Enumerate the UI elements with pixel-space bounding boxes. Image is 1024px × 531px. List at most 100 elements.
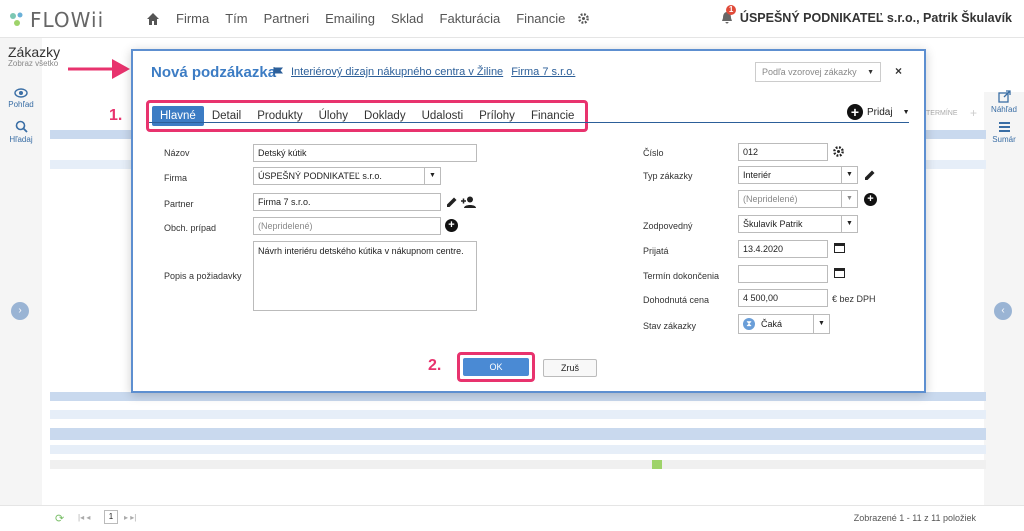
- deadline-date-input[interactable]: [738, 265, 828, 283]
- column-header: TERMÍNE: [926, 110, 958, 117]
- table-row: [50, 410, 986, 419]
- label-prijata: Prijatá: [643, 246, 669, 256]
- footer-count: Zobrazené 1 - 11 z 11 položiek: [853, 513, 976, 523]
- company-link[interactable]: Firma 7 s.r.o.: [511, 66, 575, 78]
- pencil-icon[interactable]: [864, 169, 876, 181]
- collapse-right-chevron-icon[interactable]: ‹: [994, 302, 1012, 320]
- price-unit: € bez DPH: [832, 294, 876, 304]
- new-subtask-dialog: Nová podzákazka Interiérový dizajn nákup…: [109, 49, 926, 393]
- tab-udalosti[interactable]: Udalosti: [414, 106, 472, 126]
- table-row: [50, 392, 986, 401]
- template-placeholder: Podľa vzorovej zákazky: [762, 67, 857, 77]
- status-value: Čaká: [761, 319, 783, 329]
- business-case-input[interactable]: (Nepridelené): [253, 217, 441, 235]
- label-cena: Dohodnutá cena: [643, 295, 710, 305]
- tab-ulohy[interactable]: Úlohy: [311, 106, 356, 126]
- flag-icon: [273, 67, 283, 77]
- pencil-icon[interactable]: [446, 196, 458, 208]
- flowii-logo-icon: [10, 12, 23, 26]
- page-subtitle[interactable]: Zobraz všetko: [8, 59, 58, 68]
- price-input[interactable]: 4 500,00: [738, 289, 828, 307]
- collapse-left-chevron-icon[interactable]: ›: [11, 302, 29, 320]
- search-icon: [15, 120, 28, 133]
- add-circle-icon[interactable]: +: [864, 193, 877, 206]
- parent-project-link[interactable]: Interiérový dizajn nákupného centra v Ži…: [291, 66, 503, 78]
- settings-gear-icon[interactable]: [832, 145, 845, 158]
- table-row: [50, 460, 986, 469]
- tab-hlavne[interactable]: Hlavné: [152, 106, 204, 126]
- add-label: Pridaj: [867, 106, 893, 118]
- add-column-icon[interactable]: +: [970, 106, 977, 120]
- notification-badge: 1: [725, 5, 737, 15]
- chevron-down-icon: ▼: [867, 68, 874, 76]
- nav-financie[interactable]: Financie: [508, 11, 573, 26]
- label-firma: Firma: [164, 173, 187, 183]
- description-textarea[interactable]: Návrh interiéru detského kútika v nákupn…: [253, 241, 477, 311]
- nav-sklad[interactable]: Sklad: [383, 11, 432, 26]
- label-partner: Partner: [164, 199, 194, 209]
- search-button[interactable]: Hľadaj: [1, 120, 41, 144]
- name-input[interactable]: Detský kútik: [253, 144, 477, 162]
- top-bar: FLOWii Firma Tím Partneri Emailing Sklad…: [0, 0, 1024, 38]
- tab-detail[interactable]: Detail: [204, 106, 249, 126]
- search-label: Hľadaj: [9, 135, 33, 144]
- add-button[interactable]: + Pridaj ▼: [847, 104, 910, 120]
- chevron-down-icon: ▼: [841, 191, 857, 207]
- label-zodpovedny: Zodpovedný: [643, 221, 693, 231]
- subtype-select[interactable]: (Nepridelené) ▼: [738, 190, 858, 208]
- close-icon[interactable]: ×: [895, 64, 902, 78]
- tab-produkty[interactable]: Produkty: [249, 106, 310, 126]
- cancel-button[interactable]: Zruš: [543, 359, 597, 377]
- status-select[interactable]: ⧗ Čaká ▼: [738, 314, 830, 334]
- home-icon[interactable]: [146, 12, 160, 26]
- summary-label: Sumár: [992, 135, 1016, 144]
- responsible-select[interactable]: Škulavík Patrik ▼: [738, 215, 858, 233]
- preview-label: Náhľad: [991, 105, 1017, 114]
- annotation-number-2: 2.: [428, 357, 442, 374]
- add-person-icon[interactable]: [461, 196, 477, 208]
- label-cislo: Číslo: [643, 148, 664, 158]
- calendar-icon[interactable]: [834, 242, 845, 253]
- label-nazov: Názov: [164, 148, 190, 158]
- nav-emailing[interactable]: Emailing: [317, 11, 383, 26]
- nav-firma[interactable]: Firma: [168, 11, 217, 26]
- tab-prilohy[interactable]: Prílohy: [471, 106, 523, 126]
- user-name[interactable]: ÚSPEŠNÝ PODNIKATEĽ s.r.o., Patrik Škulav…: [740, 11, 1012, 25]
- settings-gear-icon[interactable]: [577, 12, 590, 25]
- nav-fakturacia[interactable]: Fakturácia: [432, 11, 509, 26]
- pager-last-icon[interactable]: ▸ ▸|: [124, 513, 136, 522]
- ok-highlight: OK: [457, 352, 535, 382]
- preview-button[interactable]: Náhľad: [984, 90, 1024, 114]
- partner-input[interactable]: Firma 7 s.r.o.: [253, 193, 441, 211]
- bell-icon[interactable]: 1: [720, 5, 737, 25]
- calendar-icon[interactable]: [834, 267, 845, 278]
- chevron-down-icon: ▼: [841, 216, 857, 232]
- eye-icon: [14, 88, 28, 98]
- label-stav: Stav zákazky: [643, 321, 697, 331]
- footer: ⟳ |◂ ◂ 1 ▸ ▸| Zobrazené 1 - 11 z 11 polo…: [0, 505, 1024, 531]
- received-date-input[interactable]: 13.4.2020: [738, 240, 828, 258]
- label-obch-pripad: Obch. prípad: [164, 223, 217, 233]
- logo[interactable]: FLOWii: [8, 8, 104, 32]
- pager-first-icon[interactable]: |◂ ◂: [78, 513, 90, 522]
- view-label: Pohľad: [8, 100, 34, 109]
- tab-financie[interactable]: Financie: [523, 106, 582, 126]
- number-input[interactable]: 012: [738, 143, 828, 161]
- ok-button[interactable]: OK: [463, 358, 529, 376]
- pager-current[interactable]: 1: [104, 510, 118, 524]
- nav-tim[interactable]: Tím: [217, 11, 255, 26]
- add-circle-icon[interactable]: +: [445, 219, 458, 232]
- list-icon: [998, 122, 1010, 132]
- dialog-context-links: Interiérový dizajn nákupného centra v Ži…: [273, 66, 575, 78]
- user-menu[interactable]: 1 ÚSPEŠNÝ PODNIKATEĽ s.r.o., Patrik Škul…: [720, 5, 1012, 25]
- type-select[interactable]: Interiér ▼: [738, 166, 858, 184]
- label-typ: Typ zákazky: [643, 171, 693, 181]
- company-select[interactable]: ÚSPEŠNÝ PODNIKATEĽ s.r.o. ▼: [253, 167, 441, 185]
- tab-doklady[interactable]: Doklady: [356, 106, 414, 126]
- view-button[interactable]: Pohľad: [1, 88, 41, 109]
- template-select[interactable]: Podľa vzorovej zákazky ▼: [755, 62, 881, 82]
- summary-button[interactable]: Sumár: [984, 121, 1024, 144]
- nav-partneri[interactable]: Partneri: [256, 11, 318, 26]
- refresh-icon[interactable]: ⟳: [55, 512, 64, 525]
- external-link-icon: [997, 90, 1011, 103]
